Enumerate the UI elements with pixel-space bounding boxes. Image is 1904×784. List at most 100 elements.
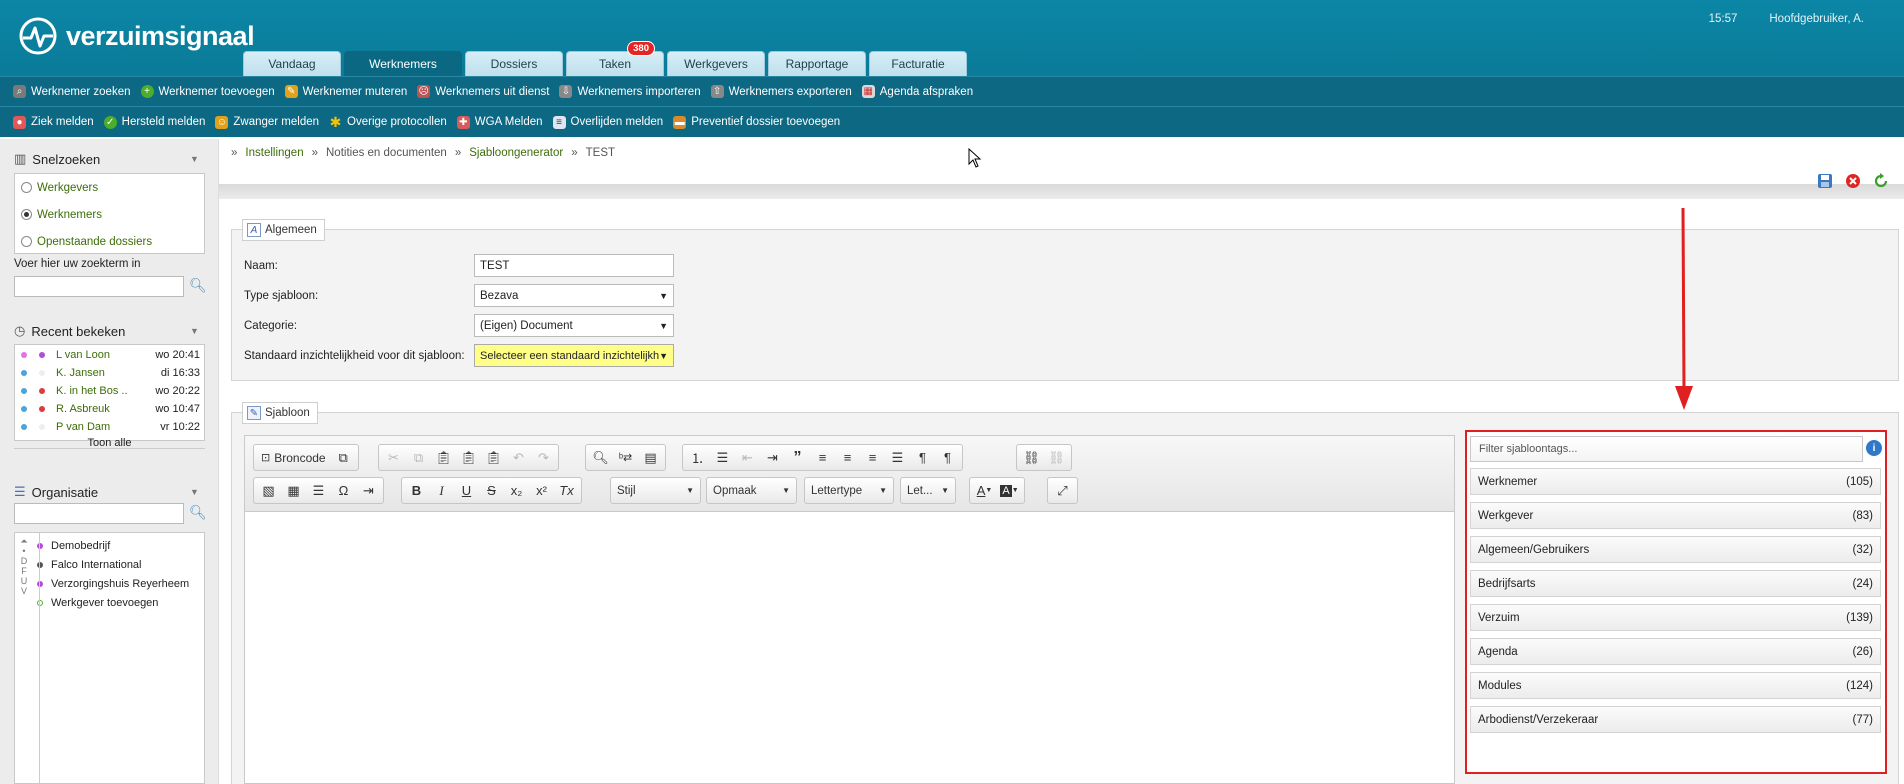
werknemers-uit-dienst-button[interactable]: ☹ Werknemers uit dienst xyxy=(417,85,549,98)
scope-werkgevers[interactable]: Werkgevers xyxy=(15,174,204,201)
recent-item[interactable]: K. in het Bos .. wo 20:22 xyxy=(15,382,204,400)
image-button[interactable]: ▧ xyxy=(257,480,280,501)
tab-rapportage[interactable]: Rapportage xyxy=(768,51,866,76)
org-item[interactable]: Demobedrijf xyxy=(15,536,204,555)
text-color-button[interactable]: A ▼ xyxy=(973,480,996,501)
editor-content-area[interactable] xyxy=(245,513,1454,783)
select-all-button[interactable]: ▤ xyxy=(639,447,662,468)
copy-button[interactable]: ⧉ xyxy=(407,447,430,468)
quick-search-input[interactable] xyxy=(14,276,184,297)
tab-werknemers[interactable]: Werknemers xyxy=(344,51,462,76)
align-right-button[interactable]: ≡ xyxy=(861,447,884,468)
paste-word-button[interactable]: 📋︎ xyxy=(482,447,505,468)
style-combo[interactable]: Stijl ▼ xyxy=(610,477,701,504)
user-name[interactable]: Hoofdgebruiker, A. xyxy=(1769,13,1864,25)
align-left-button[interactable]: ≡ xyxy=(811,447,834,468)
categorie-select[interactable]: (Eigen) Document ▼ xyxy=(474,314,674,337)
horizontal-line-button[interactable]: ☰ xyxy=(307,480,330,501)
outdent-button[interactable]: ⇤ xyxy=(736,447,759,468)
source-button[interactable]: ⊡ Broncode xyxy=(257,447,330,468)
tag-group-verzuim[interactable]: Verzuim (139) xyxy=(1470,604,1881,631)
info-icon[interactable]: i xyxy=(1866,440,1882,456)
hersteld-melden-button[interactable]: ✓ Hersteld melden xyxy=(103,115,205,129)
werknemer-toevoegen-button[interactable]: + Werknemer toevoegen xyxy=(140,85,275,98)
naam-input[interactable]: TEST xyxy=(474,254,674,277)
remove-format-button[interactable]: Tx xyxy=(555,480,578,501)
collapse-icon[interactable]: ▼ xyxy=(190,326,199,336)
redo-button[interactable]: ↷ xyxy=(532,447,555,468)
logo[interactable]: verzuimsignaal xyxy=(18,16,255,56)
undo-button[interactable]: ↶ xyxy=(507,447,530,468)
tag-group-agenda[interactable]: Agenda (26) xyxy=(1470,638,1881,665)
paste-button[interactable]: 📋︎ xyxy=(432,447,455,468)
underline-button[interactable]: U xyxy=(455,480,478,501)
tag-group-bedrijfsarts[interactable]: Bedrijfsarts (24) xyxy=(1470,570,1881,597)
tab-werkgevers[interactable]: Werkgevers xyxy=(667,51,765,76)
cut-button[interactable]: ✂ xyxy=(382,447,405,468)
numbered-list-button[interactable]: ⒈ xyxy=(686,447,709,468)
refresh-button[interactable] xyxy=(1872,172,1890,190)
org-item[interactable]: Verzorgingshuis Reyerheem xyxy=(15,574,204,593)
unlink-button[interactable]: ⛓ xyxy=(1045,447,1068,468)
recent-header[interactable]: ◷ Recent bekeken ▼ xyxy=(14,323,199,339)
find-button[interactable]: 🔍︎ xyxy=(589,447,612,468)
breadcrumb-instellingen[interactable]: Instellingen xyxy=(245,147,303,159)
zwanger-melden-button[interactable]: ☺ Zwanger melden xyxy=(215,115,319,129)
alphabet-index[interactable]: ⏶ • D F U V xyxy=(17,536,31,596)
collapse-icon[interactable]: ▼ xyxy=(190,154,199,164)
breadcrumb-sjabloongenerator[interactable]: Sjabloongenerator xyxy=(469,147,563,159)
scope-openstaande-dossiers[interactable]: Openstaande dossiers xyxy=(15,228,204,255)
tab-dossiers[interactable]: Dossiers xyxy=(465,51,563,76)
organisatie-header[interactable]: ☰ Organisatie ▼ xyxy=(14,484,199,500)
preventief-dossier-button[interactable]: ▬ Preventief dossier toevoegen xyxy=(673,115,840,129)
cancel-button[interactable] xyxy=(1844,172,1862,190)
collapse-icon[interactable]: ▼ xyxy=(190,487,199,497)
werknemer-muteren-button[interactable]: ✎ Werknemer muteren xyxy=(284,85,407,98)
format-combo[interactable]: Opmaak ▼ xyxy=(706,477,797,504)
ziek-melden-button[interactable]: ● Ziek melden xyxy=(13,115,94,129)
wga-melden-button[interactable]: ✚ WGA Melden xyxy=(456,115,543,129)
bullet-list-button[interactable]: ☰ xyxy=(711,447,734,468)
org-item[interactable]: Falco International xyxy=(15,555,204,574)
recent-item[interactable]: P van Dam vr 10:22 xyxy=(15,418,204,436)
search-icon[interactable]: 🔍︎ xyxy=(189,277,207,294)
save-button[interactable] xyxy=(1816,172,1834,190)
snelzoeken-header[interactable]: ▥ Snelzoeken ▼ xyxy=(14,151,199,167)
superscript-button[interactable]: x² xyxy=(530,480,553,501)
special-char-button[interactable]: Ω xyxy=(332,480,355,501)
justify-button[interactable]: ☰ xyxy=(886,447,909,468)
recent-item[interactable]: K. Jansen di 16:33 xyxy=(15,364,204,382)
inzicht-select[interactable]: Selecteer een standaard inzichtelijkh ▼ xyxy=(474,344,674,367)
tag-group-werkgever[interactable]: Werkgever (83) xyxy=(1470,502,1881,529)
organisation-search-input[interactable] xyxy=(14,503,184,524)
preview-button[interactable]: ⧉ xyxy=(332,447,355,468)
subscript-button[interactable]: x₂ xyxy=(505,480,528,501)
rtl-button[interactable]: ¶ xyxy=(936,447,959,468)
tag-group-algemeen[interactable]: Algemeen/Gebruikers (32) xyxy=(1470,536,1881,563)
tag-group-werknemer[interactable]: Werknemer (105) xyxy=(1470,468,1881,495)
tab-vandaag[interactable]: Vandaag xyxy=(243,51,341,76)
radio-button[interactable] xyxy=(21,209,32,220)
tab-taken[interactable]: Taken 380 xyxy=(566,41,664,76)
tag-group-arbodienst[interactable]: Arbodienst/Verzekeraar (77) xyxy=(1470,706,1881,733)
overlijden-melden-button[interactable]: ≡ Overlijden melden xyxy=(552,115,663,129)
font-size-combo[interactable]: Let... ▼ xyxy=(900,477,956,504)
radio-button[interactable] xyxy=(21,182,32,193)
ltr-button[interactable]: ¶ xyxy=(911,447,934,468)
add-employer-item[interactable]: Werkgever toevoegen xyxy=(15,593,204,612)
radio-button[interactable] xyxy=(21,236,32,247)
font-combo[interactable]: Lettertype ▼ xyxy=(804,477,894,504)
indent-button[interactable]: ⇥ xyxy=(761,447,784,468)
link-button[interactable]: ⛓ xyxy=(1020,447,1043,468)
strike-button[interactable]: S xyxy=(480,480,503,501)
replace-button[interactable]: ᵇ⇄ xyxy=(614,447,637,468)
blockquote-button[interactable]: ” xyxy=(786,447,809,468)
tag-filter-input[interactable]: Filter sjabloontags... xyxy=(1470,436,1863,462)
bg-color-button[interactable]: A ▼ xyxy=(998,480,1021,501)
overige-protocollen-button[interactable]: ✱ Overige protocollen xyxy=(329,115,447,129)
tag-group-modules[interactable]: Modules (124) xyxy=(1470,672,1881,699)
recent-item[interactable]: R. Asbreuk wo 10:47 xyxy=(15,400,204,418)
type-select[interactable]: Bezava ▼ xyxy=(474,284,674,307)
maximize-button[interactable]: ⤢ xyxy=(1051,480,1074,501)
search-icon[interactable]: 🔍︎ xyxy=(189,504,207,521)
